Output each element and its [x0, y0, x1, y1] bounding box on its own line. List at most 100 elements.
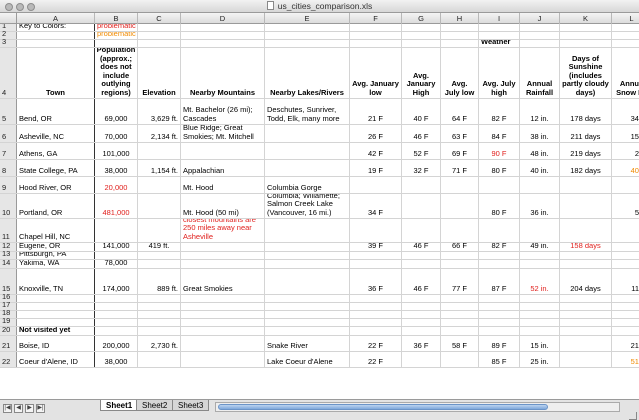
- cell-f3[interactable]: [350, 40, 402, 47]
- sheet-tab-3[interactable]: Sheet3: [172, 400, 210, 411]
- cell-i1[interactable]: [479, 24, 520, 31]
- cell-c10[interactable]: [138, 194, 181, 218]
- cell-h14[interactable]: [441, 260, 479, 268]
- cell-i20[interactable]: [479, 327, 520, 335]
- cell-d21[interactable]: [181, 336, 265, 351]
- cell-g6[interactable]: 46 F: [402, 125, 441, 142]
- cell-d7[interactable]: [181, 143, 265, 159]
- cell-g13[interactable]: [402, 252, 441, 259]
- cell-c2[interactable]: [138, 32, 181, 39]
- row-number[interactable]: 6: [0, 125, 17, 142]
- cell-b18[interactable]: [95, 311, 138, 318]
- cell-j16[interactable]: [520, 295, 560, 302]
- last-sheet-icon[interactable]: ▶|: [36, 404, 45, 413]
- cell-e17[interactable]: [265, 303, 350, 310]
- cell-i21[interactable]: 89 F: [479, 336, 520, 351]
- cell-a4[interactable]: Town: [17, 48, 95, 98]
- cell-l2[interactable]: [612, 32, 639, 39]
- cell-a1[interactable]: Key to Colors:: [17, 24, 95, 31]
- cell-a14[interactable]: Yakima, WA: [17, 260, 95, 268]
- cell-k2[interactable]: [560, 32, 612, 39]
- cell-a22[interactable]: Coeur d'Alene, ID: [17, 352, 95, 367]
- cell-b10[interactable]: 481,000: [95, 194, 138, 218]
- cell-e6[interactable]: [265, 125, 350, 142]
- row-number[interactable]: 8: [0, 160, 17, 176]
- cell-d5[interactable]: Mt. Bachelor (26 mi); Cascades: [181, 99, 265, 124]
- cell-e2[interactable]: [265, 32, 350, 39]
- row-number[interactable]: 11: [0, 219, 17, 242]
- cell-a8[interactable]: State College, PA: [17, 160, 95, 176]
- cell-i14[interactable]: [479, 260, 520, 268]
- cell-j5[interactable]: 12 in.: [520, 99, 560, 124]
- cell-c17[interactable]: [138, 303, 181, 310]
- cell-g21[interactable]: 36 F: [402, 336, 441, 351]
- cell-b13[interactable]: [95, 252, 138, 259]
- column-header-c[interactable]: C: [138, 13, 181, 24]
- cell-k9[interactable]: [560, 177, 612, 193]
- cell-e22[interactable]: Lake Coeur d'Alene: [265, 352, 350, 367]
- cell-d18[interactable]: [181, 311, 265, 318]
- cell-a10[interactable]: Portland, OR: [17, 194, 95, 218]
- cell-i2[interactable]: [479, 32, 520, 39]
- cell-c21[interactable]: 2,730 ft.: [138, 336, 181, 351]
- cell-b12[interactable]: 141,000: [95, 243, 138, 251]
- cell-d14[interactable]: [181, 260, 265, 268]
- cell-e10[interactable]: Columbia; Willamette; Salmon Creek Lake …: [265, 194, 350, 218]
- cell-e20[interactable]: [265, 327, 350, 335]
- cell-j2[interactable]: [520, 32, 560, 39]
- row-number[interactable]: 14: [0, 258, 17, 268]
- cell-k22[interactable]: [560, 352, 612, 367]
- cell-j6[interactable]: 38 in.: [520, 125, 560, 142]
- cell-b14[interactable]: 78,000: [95, 260, 138, 268]
- cell-l21[interactable]: 21 in.: [612, 336, 639, 351]
- cell-h5[interactable]: 64 F: [441, 99, 479, 124]
- cell-h18[interactable]: [441, 311, 479, 318]
- cell-l12[interactable]: [612, 243, 639, 251]
- cell-a5[interactable]: Bend, OR: [17, 99, 95, 124]
- column-header-f[interactable]: F: [350, 13, 402, 24]
- cell-e9[interactable]: Columbia Gorge: [265, 177, 350, 193]
- cell-i11[interactable]: [479, 219, 520, 242]
- cell-j21[interactable]: 15 in.: [520, 336, 560, 351]
- cell-a20[interactable]: Not visited yet: [17, 327, 95, 335]
- cell-b9[interactable]: 20,000: [95, 177, 138, 193]
- cell-i15[interactable]: 87 F: [479, 269, 520, 294]
- row-number[interactable]: 22: [0, 352, 17, 367]
- cell-f6[interactable]: 26 F: [350, 125, 402, 142]
- cell-d20[interactable]: [181, 327, 265, 335]
- cell-e5[interactable]: Deschutes, Sunriver, Todd, Elk, many mor…: [265, 99, 350, 124]
- cell-l18[interactable]: [612, 311, 639, 318]
- cell-h16[interactable]: [441, 295, 479, 302]
- cell-d6[interactable]: Blue Ridge; Great Smokies; Mt. Mitchell: [181, 125, 265, 142]
- cell-b4[interactable]: Population (approx.; does not include ou…: [95, 48, 138, 98]
- cell-c4[interactable]: Elevation: [138, 48, 181, 98]
- cell-h4[interactable]: Avg. July low: [441, 48, 479, 98]
- cell-k3[interactable]: [560, 40, 612, 47]
- cell-a17[interactable]: [17, 303, 95, 310]
- cell-e7[interactable]: [265, 143, 350, 159]
- cell-k16[interactable]: [560, 295, 612, 302]
- cell-d16[interactable]: [181, 295, 265, 302]
- column-header-b[interactable]: B: [95, 13, 138, 24]
- cell-d15[interactable]: Great Smokies: [181, 269, 265, 294]
- cell-j9[interactable]: [520, 177, 560, 193]
- cell-c18[interactable]: [138, 311, 181, 318]
- cell-b3[interactable]: [95, 40, 138, 47]
- cell-g15[interactable]: 46 F: [402, 269, 441, 294]
- cell-f12[interactable]: 39 F: [350, 243, 402, 251]
- cell-l8[interactable]: 40 in.: [612, 160, 639, 176]
- cell-c6[interactable]: 2,134 ft.: [138, 125, 181, 142]
- cell-f1[interactable]: [350, 24, 402, 31]
- cell-a6[interactable]: Asheville, NC: [17, 125, 95, 142]
- cell-j19[interactable]: [520, 319, 560, 326]
- minimize-window-button[interactable]: [16, 3, 24, 11]
- cell-l10[interactable]: 5 in.: [612, 194, 639, 218]
- cell-k10[interactable]: [560, 194, 612, 218]
- cell-g8[interactable]: 32 F: [402, 160, 441, 176]
- scrollbar-thumb[interactable]: [218, 404, 548, 410]
- cell-k19[interactable]: [560, 319, 612, 326]
- cell-e16[interactable]: [265, 295, 350, 302]
- cell-g3[interactable]: [402, 40, 441, 47]
- cell-g10[interactable]: [402, 194, 441, 218]
- cell-a21[interactable]: Boise, ID: [17, 336, 95, 351]
